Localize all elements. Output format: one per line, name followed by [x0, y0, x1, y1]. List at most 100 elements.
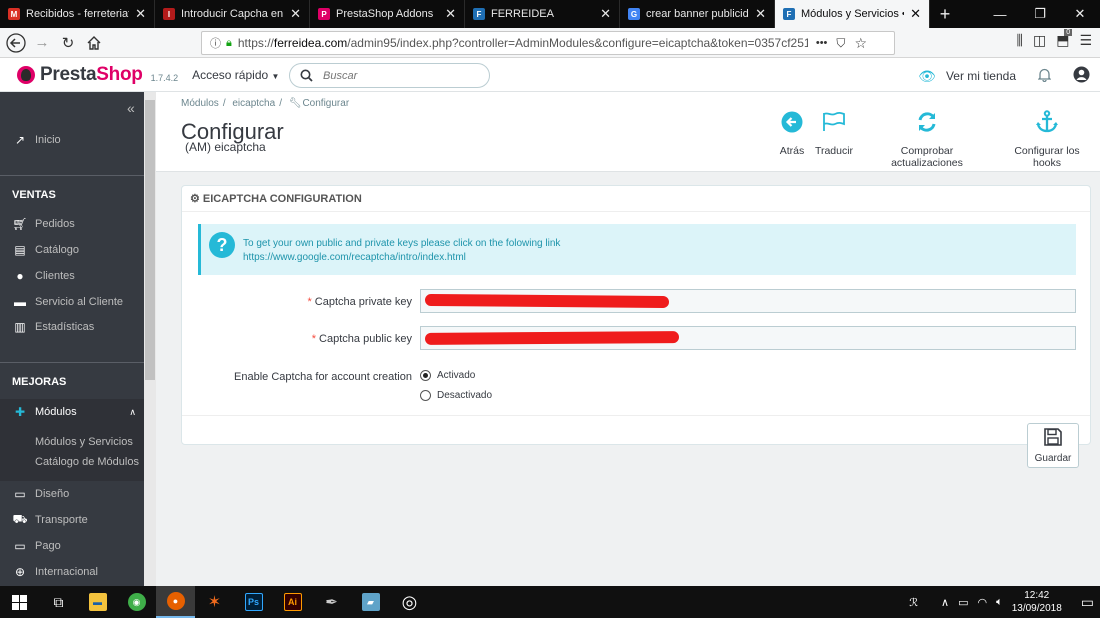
close-icon[interactable]: ✕ [290, 6, 301, 22]
circle-app-icon[interactable]: ◎ [390, 586, 429, 618]
page-actions-icon[interactable]: ••• [816, 37, 828, 49]
sidebar-item-pedidos[interactable]: 🛒︎ Pedidos [0, 211, 144, 237]
people-icon[interactable]: ℛ [909, 596, 918, 609]
reload-icon[interactable]: ↻ [55, 30, 81, 56]
filezilla-icon[interactable]: ✶ [195, 586, 234, 618]
header-right: 👁︎ Ver mi tienda [918, 66, 1090, 86]
taskbar-clock[interactable]: 12:42 13/09/2018 [1012, 589, 1062, 615]
browser-tab[interactable]: P PrestaShop Addons ✕ [310, 0, 465, 28]
firefox-icon[interactable]: ● [156, 586, 195, 618]
wifi-icon[interactable]: ◠ [977, 596, 987, 609]
url-text: https://ferreidea.com/admin95/index.php?… [237, 36, 808, 50]
close-icon[interactable]: ✕ [910, 6, 921, 22]
info-icon[interactable]: ⓘ [210, 35, 221, 51]
browser-tab[interactable]: Gcrear banner publicidad✕ [620, 0, 775, 28]
sidebar-toggle-icon[interactable]: ◫ [1033, 32, 1046, 49]
site-icon: F [473, 8, 485, 20]
browser-tab-strip: MRecibidos - ferreteriaferr✕ IIntroducir… [0, 0, 1100, 28]
task-view-icon[interactable]: ⧉ [39, 586, 78, 618]
search-input[interactable] [323, 69, 473, 82]
google-icon: G [628, 8, 640, 20]
radio-desactivado[interactable]: Desactivado [420, 390, 492, 401]
collapse-sidebar-icon[interactable]: « [127, 100, 135, 116]
flag-icon [823, 111, 845, 131]
breadcrumb-item[interactable]: eicaptcha [232, 98, 275, 109]
windows-start-icon[interactable] [0, 586, 39, 618]
configure-hooks-button[interactable]: Configurar los hooks [999, 107, 1095, 169]
radio-activado[interactable]: Activado [420, 370, 475, 381]
browser-tab[interactable]: F FERREIDEA ✕ [465, 0, 620, 28]
breadcrumb-item[interactable]: Módulos [181, 98, 219, 109]
sidebar-item-estadisticas[interactable]: ▥ Estadísticas [0, 314, 144, 340]
chevron-up-icon[interactable]: ∧ [941, 596, 949, 609]
sidebar-subitem-modulos-servicios[interactable]: Módulos y Servicios [35, 436, 133, 448]
pocket-icon[interactable]: ⛉ [836, 36, 845, 51]
chat-icon: ▬ [14, 295, 26, 309]
radio-unselected-icon[interactable] [420, 390, 431, 401]
prestashop-logo[interactable]: PrestaShop 1.7.4.2 [17, 64, 178, 86]
home-icon[interactable] [81, 30, 107, 56]
question-icon: ? [209, 232, 235, 258]
file-explorer-icon[interactable]: ▬ [78, 586, 117, 618]
notifications-icon[interactable]: ▭ [1081, 594, 1094, 611]
sidebar-item-modulos[interactable]: ✚ Módulos ∧ [0, 399, 144, 425]
close-icon[interactable]: ✕ [445, 6, 456, 22]
green-app-icon[interactable]: ◉ [117, 586, 156, 618]
new-tab-button[interactable]: + [930, 0, 960, 28]
view-store-link[interactable]: Ver mi tienda [946, 69, 1016, 83]
scrollbar-thumb[interactable] [145, 100, 155, 380]
close-icon[interactable]: ✕ [755, 6, 766, 22]
extension-icon[interactable]: ⬒ 0 [1056, 29, 1073, 49]
back-button[interactable]: Atrás [774, 107, 810, 157]
menu-icon[interactable]: ☰ [1079, 32, 1092, 49]
forward-icon[interactable]: → [29, 30, 55, 56]
radio-selected-icon[interactable] [420, 370, 431, 381]
browser-tab-active[interactable]: FMódulos y Servicios • FE✕ [775, 0, 930, 28]
sidebar-scrollbar[interactable] [144, 92, 156, 586]
section-mejoras: MEJORAS [12, 376, 67, 388]
bookmark-star-icon[interactable]: ☆ [854, 35, 867, 52]
illustrator-icon[interactable]: Ai [273, 586, 312, 618]
refresh-icon [918, 112, 936, 132]
inkscape-icon[interactable]: ✒ [312, 586, 351, 618]
sidebar-item-inicio[interactable]: ↗ Inicio [0, 127, 144, 153]
sidebar-item-internacional[interactable]: ⊕ Internacional [0, 559, 144, 585]
sidebar-subitem-catalogo-modulos[interactable]: Catálogo de Módulos [35, 456, 139, 468]
sidebar-item-catalogo[interactable]: ▤ Catálogo [0, 237, 144, 263]
battery-icon[interactable]: ▭ [958, 596, 968, 609]
windows-taskbar: ⧉ ▬ ◉ ● ✶ Ps Ai ✒ ▰ ◎ ℛ ∧ ▭ ◠ 🔈︎ 12:42 13… [0, 586, 1100, 618]
browser-nav-bar: → ↻ ⓘ 🔒︎ https://ferreidea.com/admin95/i… [0, 28, 1100, 58]
sidebar-item-diseno[interactable]: ▭ Diseño [0, 481, 144, 507]
search-box[interactable] [289, 63, 490, 88]
close-icon[interactable]: ✕ [135, 6, 146, 22]
quick-access-dropdown[interactable]: Acceso rápido ▼ [192, 68, 279, 82]
close-icon[interactable]: ✕ [600, 6, 611, 22]
restore-icon[interactable]: ❐ [1020, 0, 1060, 28]
sidebar-item-pago[interactable]: ▭ Pago [0, 533, 144, 559]
user-avatar-icon[interactable] [1073, 66, 1090, 86]
check-updates-button[interactable]: Comprobar actualizaciones [865, 107, 989, 169]
photoshop-icon[interactable]: Ps [234, 586, 273, 618]
gmail-icon: M [8, 8, 20, 20]
save-button[interactable]: Guardar [1027, 423, 1079, 468]
recaptcha-link[interactable]: https://www.google.com/recaptcha/intro/i… [243, 251, 560, 265]
close-window-icon[interactable]: ✕ [1060, 0, 1100, 28]
library-icon[interactable]: ⫼ [1017, 32, 1023, 49]
site-icon: I [163, 8, 175, 20]
public-key-input[interactable] [420, 326, 1076, 350]
notes-app-icon[interactable]: ▰ [351, 586, 390, 618]
sidebar-item-servicio[interactable]: ▬ Servicio al Cliente [0, 289, 144, 315]
truck-icon: ⛟ [12, 512, 28, 526]
browser-tab[interactable]: IIntroducir Capcha en el f✕ [155, 0, 310, 28]
back-icon[interactable] [3, 30, 29, 56]
sidebar-item-transporte[interactable]: ⛟ Transporte [0, 507, 144, 533]
translate-button[interactable]: Traducir [812, 107, 856, 157]
version-label: 1.7.4.2 [150, 72, 179, 83]
browser-tab[interactable]: MRecibidos - ferreteriaferr✕ [0, 0, 155, 28]
minimize-icon[interactable]: — [980, 0, 1020, 28]
volume-icon[interactable]: 🔈︎ [996, 596, 1003, 609]
bell-icon[interactable] [1037, 68, 1052, 85]
address-bar[interactable]: ⓘ 🔒︎ https://ferreidea.com/admin95/index… [201, 31, 895, 55]
private-key-input[interactable] [420, 289, 1076, 313]
sidebar-item-clientes[interactable]: ● Clientes [0, 263, 144, 289]
